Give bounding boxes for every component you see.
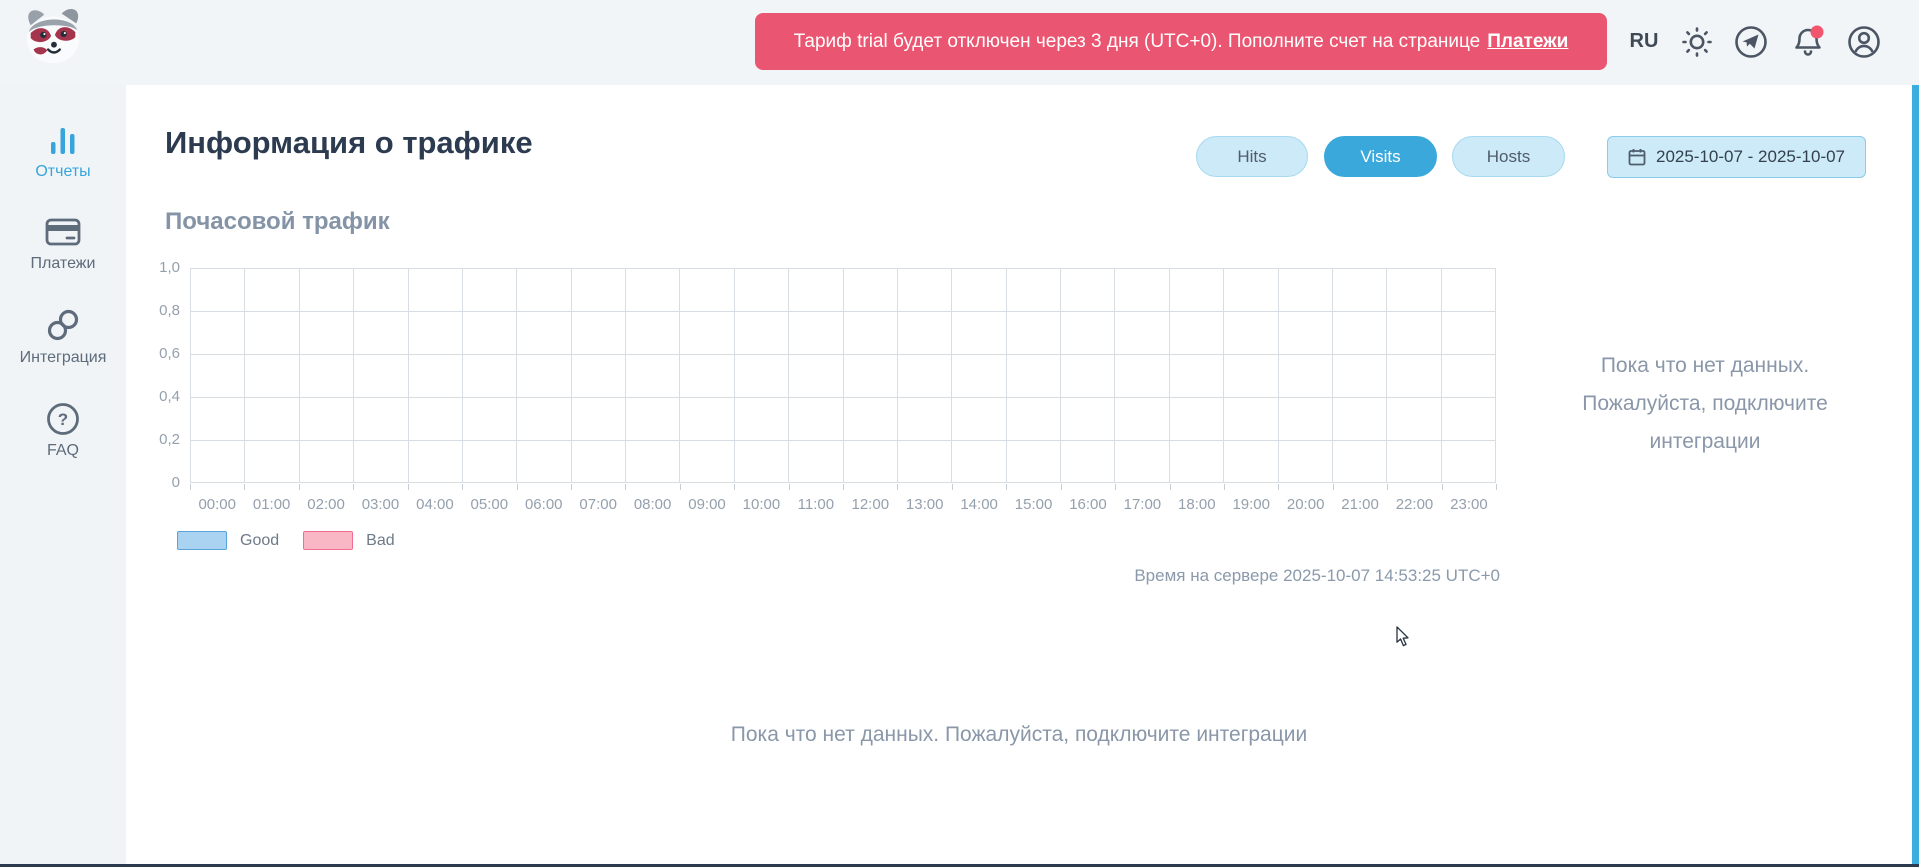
language-switcher[interactable]: RU (1622, 30, 1666, 53)
hits-button[interactable]: Hits (1196, 136, 1308, 177)
sidebar-label-payments: Платежи (0, 255, 126, 273)
legend-item-good: Good (177, 531, 279, 550)
sidebar-label-faq: FAQ (0, 442, 126, 460)
mouse-cursor (1396, 626, 1410, 647)
svg-text:?: ? (58, 410, 68, 429)
legend-item-bad: Bad (303, 531, 394, 550)
chart-legend: Good Bad (177, 531, 395, 550)
legend-label-good: Good (240, 532, 279, 550)
server-time: Время на сервере 2025-10-07 14:53:25 UTC… (1000, 566, 1500, 586)
date-range-picker[interactable]: 2025-10-07 - 2025-10-07 (1607, 136, 1866, 178)
top-header: Тариф trial будет отключен через 3 дня (… (0, 0, 1919, 85)
telegram-icon[interactable] (1733, 24, 1769, 60)
hosts-button[interactable]: Hosts (1452, 136, 1565, 177)
legend-label-bad: Bad (366, 532, 394, 550)
legend-swatch-good (177, 531, 227, 550)
sidebar-label-integration: Интеграция (0, 349, 126, 367)
chart-section-title: Почасовой трафик (165, 208, 390, 236)
trial-warning-banner: Тариф trial будет отключен через 3 дня (… (755, 13, 1607, 70)
chart-x-axis-ticks (190, 484, 1496, 490)
theme-sun-icon[interactable] (1679, 24, 1715, 60)
calendar-icon (1628, 148, 1646, 166)
raccoon-logo[interactable] (20, 4, 86, 66)
profile-icon[interactable] (1846, 24, 1882, 60)
visits-button[interactable]: Visits (1324, 136, 1437, 177)
chart-no-data-message: Пока что нет данных. Пожалуйста, подключ… (1523, 347, 1887, 461)
bar-chart-icon (46, 122, 80, 158)
date-range-value: 2025-10-07 - 2025-10-07 (1656, 147, 1845, 167)
sidebar-item-reports[interactable]: Отчеты (0, 122, 126, 181)
legend-swatch-bad (303, 531, 353, 550)
sidebar-item-integration[interactable]: Интеграция (0, 306, 126, 367)
notifications-bell-icon[interactable] (1790, 24, 1826, 60)
banner-text: Тариф trial будет отключен через 3 дня (… (794, 31, 1481, 53)
question-icon: ? (45, 401, 81, 437)
link-icon (44, 306, 82, 344)
table-no-data-message: Пока что нет данных. Пожалуйста, подключ… (126, 723, 1912, 747)
page-title: Информация о трафике (165, 125, 533, 161)
sidebar-item-payments[interactable]: Платежи (0, 214, 126, 273)
banner-payments-link[interactable]: Платежи (1487, 31, 1568, 53)
notification-dot (1811, 26, 1824, 39)
sidebar-item-faq[interactable]: ? FAQ (0, 401, 126, 460)
vertical-scrollbar[interactable] (1912, 85, 1919, 867)
chart-y-axis-labels: 1,00,80,60,40,20 (128, 268, 180, 483)
credit-card-icon (44, 214, 82, 250)
sidebar-label-reports: Отчеты (0, 163, 126, 181)
chart-plot-area (190, 268, 1496, 483)
chart-x-axis-labels: 00:0001:0002:0003:0004:0005:0006:0007:00… (190, 496, 1496, 513)
